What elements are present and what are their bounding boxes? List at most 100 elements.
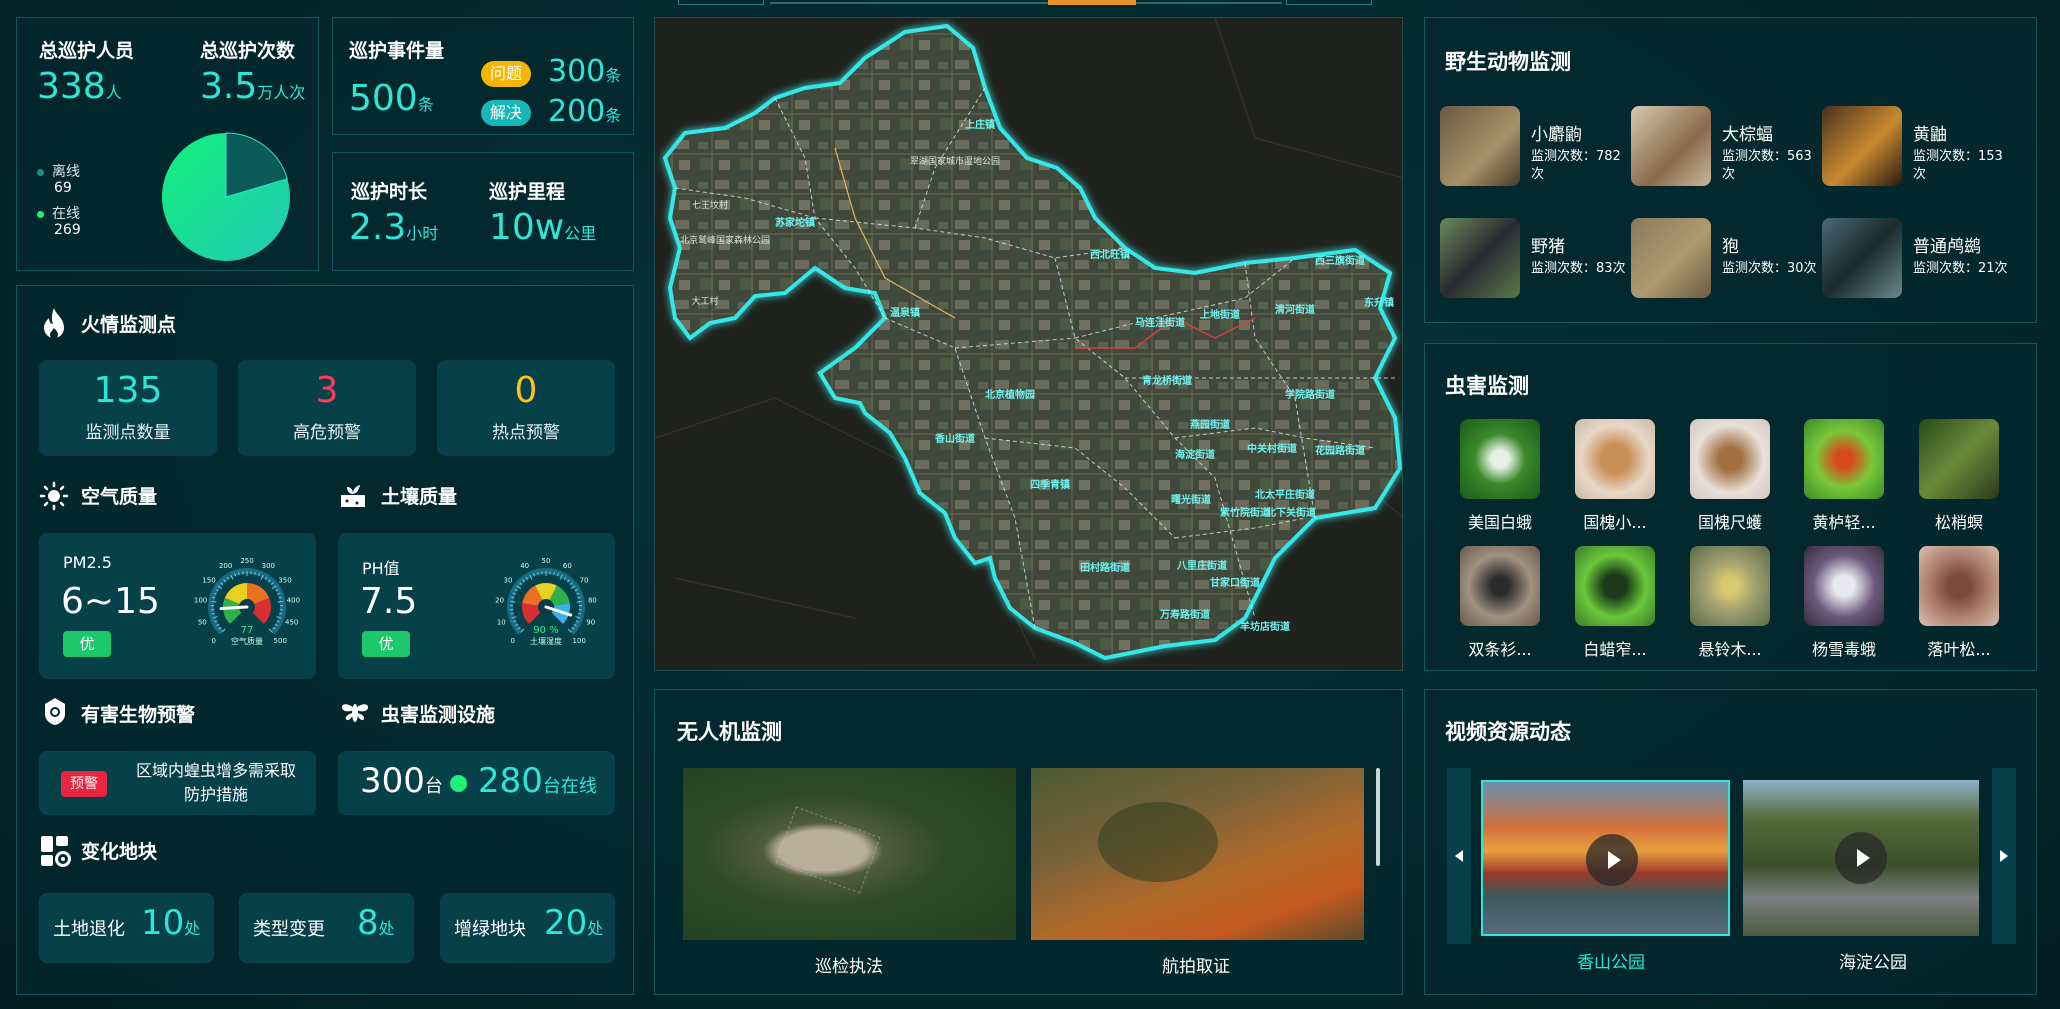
map-panel[interactable]: 上庄镇 苏家坨镇 温泉镇 西北旺镇 北京植物园 香山街道 四季青镇 海淀街道 中关村街道 学院路街… bbox=[654, 17, 1403, 671]
problem-tag: 问题 bbox=[481, 61, 531, 87]
play-icon bbox=[1856, 849, 1870, 867]
map-place-label: 北京植物园 bbox=[985, 388, 1035, 401]
land-item-value: 20 bbox=[544, 903, 588, 943]
animal-photo[interactable] bbox=[1631, 106, 1711, 186]
drone-scrollbar[interactable] bbox=[1376, 768, 1380, 866]
pest-name: 悬铃木... bbox=[1698, 640, 1762, 659]
problem-value-wrap: 300条 bbox=[548, 54, 621, 89]
video-item-haidian[interactable] bbox=[1743, 780, 1979, 936]
top-nav-decoration bbox=[678, 0, 1372, 6]
gauge-tick-label: 0 bbox=[212, 637, 216, 645]
video-next-button[interactable] bbox=[1992, 768, 2016, 944]
map-place-label: 海淀街道 bbox=[1175, 448, 1215, 461]
video-caption[interactable]: 海淀公园 bbox=[1839, 948, 1907, 973]
play-button[interactable] bbox=[1835, 832, 1887, 884]
map-place-label: 紫竹院街道 bbox=[1220, 506, 1270, 519]
pest-photo[interactable] bbox=[1575, 419, 1655, 499]
map-place-label: 北下关街道 bbox=[1266, 506, 1316, 519]
fire-stat-label: 监测点数量 bbox=[85, 423, 171, 443]
gauge-needle bbox=[219, 605, 249, 611]
gauge-tick-label: 400 bbox=[287, 597, 300, 605]
fire-title: 火情监测点 bbox=[81, 314, 177, 336]
pest-name: 国槐小... bbox=[1583, 513, 1647, 532]
drone-panel: 无人机监测 巡检执法 航拍取证 bbox=[654, 689, 1403, 995]
air-value: 6~15 bbox=[61, 581, 160, 622]
drone-caption: 航拍取证 bbox=[1162, 957, 1230, 977]
land-item-label: 土地退化 bbox=[53, 919, 125, 940]
video-item-xiangshan[interactable] bbox=[1481, 780, 1730, 936]
pest-warning-title: 有害生物预警 bbox=[81, 704, 196, 726]
pest-photo[interactable] bbox=[1919, 546, 1999, 626]
soil-badge: 优 bbox=[362, 631, 410, 657]
map-place-label: 曙光街道 bbox=[1171, 493, 1211, 506]
pest-name: 杨雪毒蛾 bbox=[1811, 640, 1876, 659]
animal-count: 监测次数：30次 bbox=[1722, 261, 1817, 276]
map-place-label: 西三旗街道 bbox=[1315, 254, 1365, 267]
staff-value: 338 bbox=[37, 66, 106, 107]
gauge-value: 77 bbox=[241, 625, 254, 636]
pest-photo[interactable] bbox=[1690, 546, 1770, 626]
land-item-value: 8 bbox=[357, 903, 379, 943]
play-icon bbox=[1607, 851, 1621, 869]
video-panel: 视频资源动态 香山公园 海淀公园 bbox=[1424, 689, 2037, 995]
gauge-tick-label: 40 bbox=[520, 562, 529, 570]
animal-photo[interactable] bbox=[1822, 218, 1902, 298]
patrol-pie-chart bbox=[162, 132, 290, 261]
online-status-dot bbox=[450, 775, 467, 792]
animal-photo[interactable] bbox=[1440, 106, 1520, 186]
district-map[interactable]: 上庄镇苏家坨镇温泉镇 西北旺镇北京植物园香山街道四季青镇 海淀街道 中关村街道 学院路街… bbox=[655, 18, 1403, 671]
gauge-tick-label: 90 bbox=[586, 619, 595, 627]
facility-total: 300 bbox=[360, 761, 425, 801]
staff-unit: 人 bbox=[105, 83, 122, 102]
soil-moisture-gauge: 0 10 20 30 40 50 60 70 80 90 100 90 %土壤湿度 bbox=[495, 557, 597, 646]
map-place-label: 学院路街道 bbox=[1285, 388, 1335, 401]
gauge-tick-label: 200 bbox=[219, 562, 232, 570]
duration-unit: 小时 bbox=[406, 224, 439, 243]
gauge-tick-label: 70 bbox=[580, 576, 589, 584]
pest-name: 白蜡窄... bbox=[1583, 640, 1647, 659]
facility-online-wrap: 280台在线 bbox=[478, 761, 597, 801]
gauge-tick-label: 30 bbox=[504, 576, 513, 584]
online-dot bbox=[37, 211, 44, 218]
animal-photo[interactable] bbox=[1631, 218, 1711, 298]
land-card-type-change: 类型变更 8处 bbox=[239, 893, 414, 963]
pest-photo[interactable] bbox=[1460, 546, 1540, 626]
soil-card: PH值 7.5 优 0 10 20 30 40 50 60 70 80 90 100 90 % 土壤湿度 bbox=[338, 533, 615, 679]
animal-photo[interactable] bbox=[1822, 106, 1902, 186]
map-place-label: 大工村 bbox=[691, 295, 718, 307]
gauge-value: 90 % bbox=[533, 625, 558, 636]
pest-photo[interactable] bbox=[1460, 419, 1540, 499]
duration-panel: 巡护时长 2.3小时 巡护里程 10w公里 bbox=[332, 152, 634, 271]
pest-photo[interactable] bbox=[1804, 546, 1884, 626]
gauge-tick bbox=[254, 571, 256, 576]
fire-stat-value: 3 bbox=[315, 370, 339, 411]
pest-photo[interactable] bbox=[1575, 546, 1655, 626]
video-caption-active[interactable]: 香山公园 bbox=[1577, 948, 1645, 973]
pests-panel: 虫害监测 美国白蛾 国槐小... 国槐尺蠖 黄栌轻... 松梢螟 双条衫... 白蜡窄...… bbox=[1424, 343, 2037, 671]
animal-name: 小麝鼩 bbox=[1531, 125, 1582, 145]
drone-image-inspection[interactable] bbox=[683, 768, 1016, 940]
pests-title: 虫害监测 bbox=[1445, 374, 1529, 398]
pest-photo[interactable] bbox=[1690, 419, 1770, 499]
video-prev-button[interactable] bbox=[1447, 768, 1471, 944]
pest-photo[interactable] bbox=[1919, 419, 1999, 499]
animal-name: 普通鸬鹚 bbox=[1913, 237, 1981, 257]
pest-photo[interactable] bbox=[1804, 419, 1884, 499]
facility-total-unit: 台 bbox=[424, 776, 443, 797]
gauge-tick-label: 350 bbox=[278, 576, 291, 584]
pest-name: 松梢螟 bbox=[1934, 513, 1983, 532]
play-button[interactable] bbox=[1586, 834, 1638, 886]
land-card-greening: 增绿地块 20处 bbox=[440, 893, 615, 963]
map-place-label: 四季青镇 bbox=[1030, 478, 1070, 491]
problem-unit: 条 bbox=[605, 66, 622, 85]
air-card: PM2.5 6~15 优 0 50 100 150 200 250 300 350 400 450… bbox=[39, 533, 316, 679]
pest-facility-card: 300台 280台在线 bbox=[338, 751, 615, 815]
animal-photo[interactable] bbox=[1440, 218, 1520, 298]
gauge-tick bbox=[238, 571, 240, 576]
land-blocks-icon bbox=[41, 836, 71, 867]
gauge-tick-label: 100 bbox=[573, 637, 586, 645]
drone-image-aerial[interactable] bbox=[1031, 768, 1364, 940]
gauge-tick-label: 60 bbox=[563, 562, 572, 570]
drone-title: 无人机监测 bbox=[677, 720, 782, 744]
land-item-unit: 处 bbox=[184, 919, 201, 938]
